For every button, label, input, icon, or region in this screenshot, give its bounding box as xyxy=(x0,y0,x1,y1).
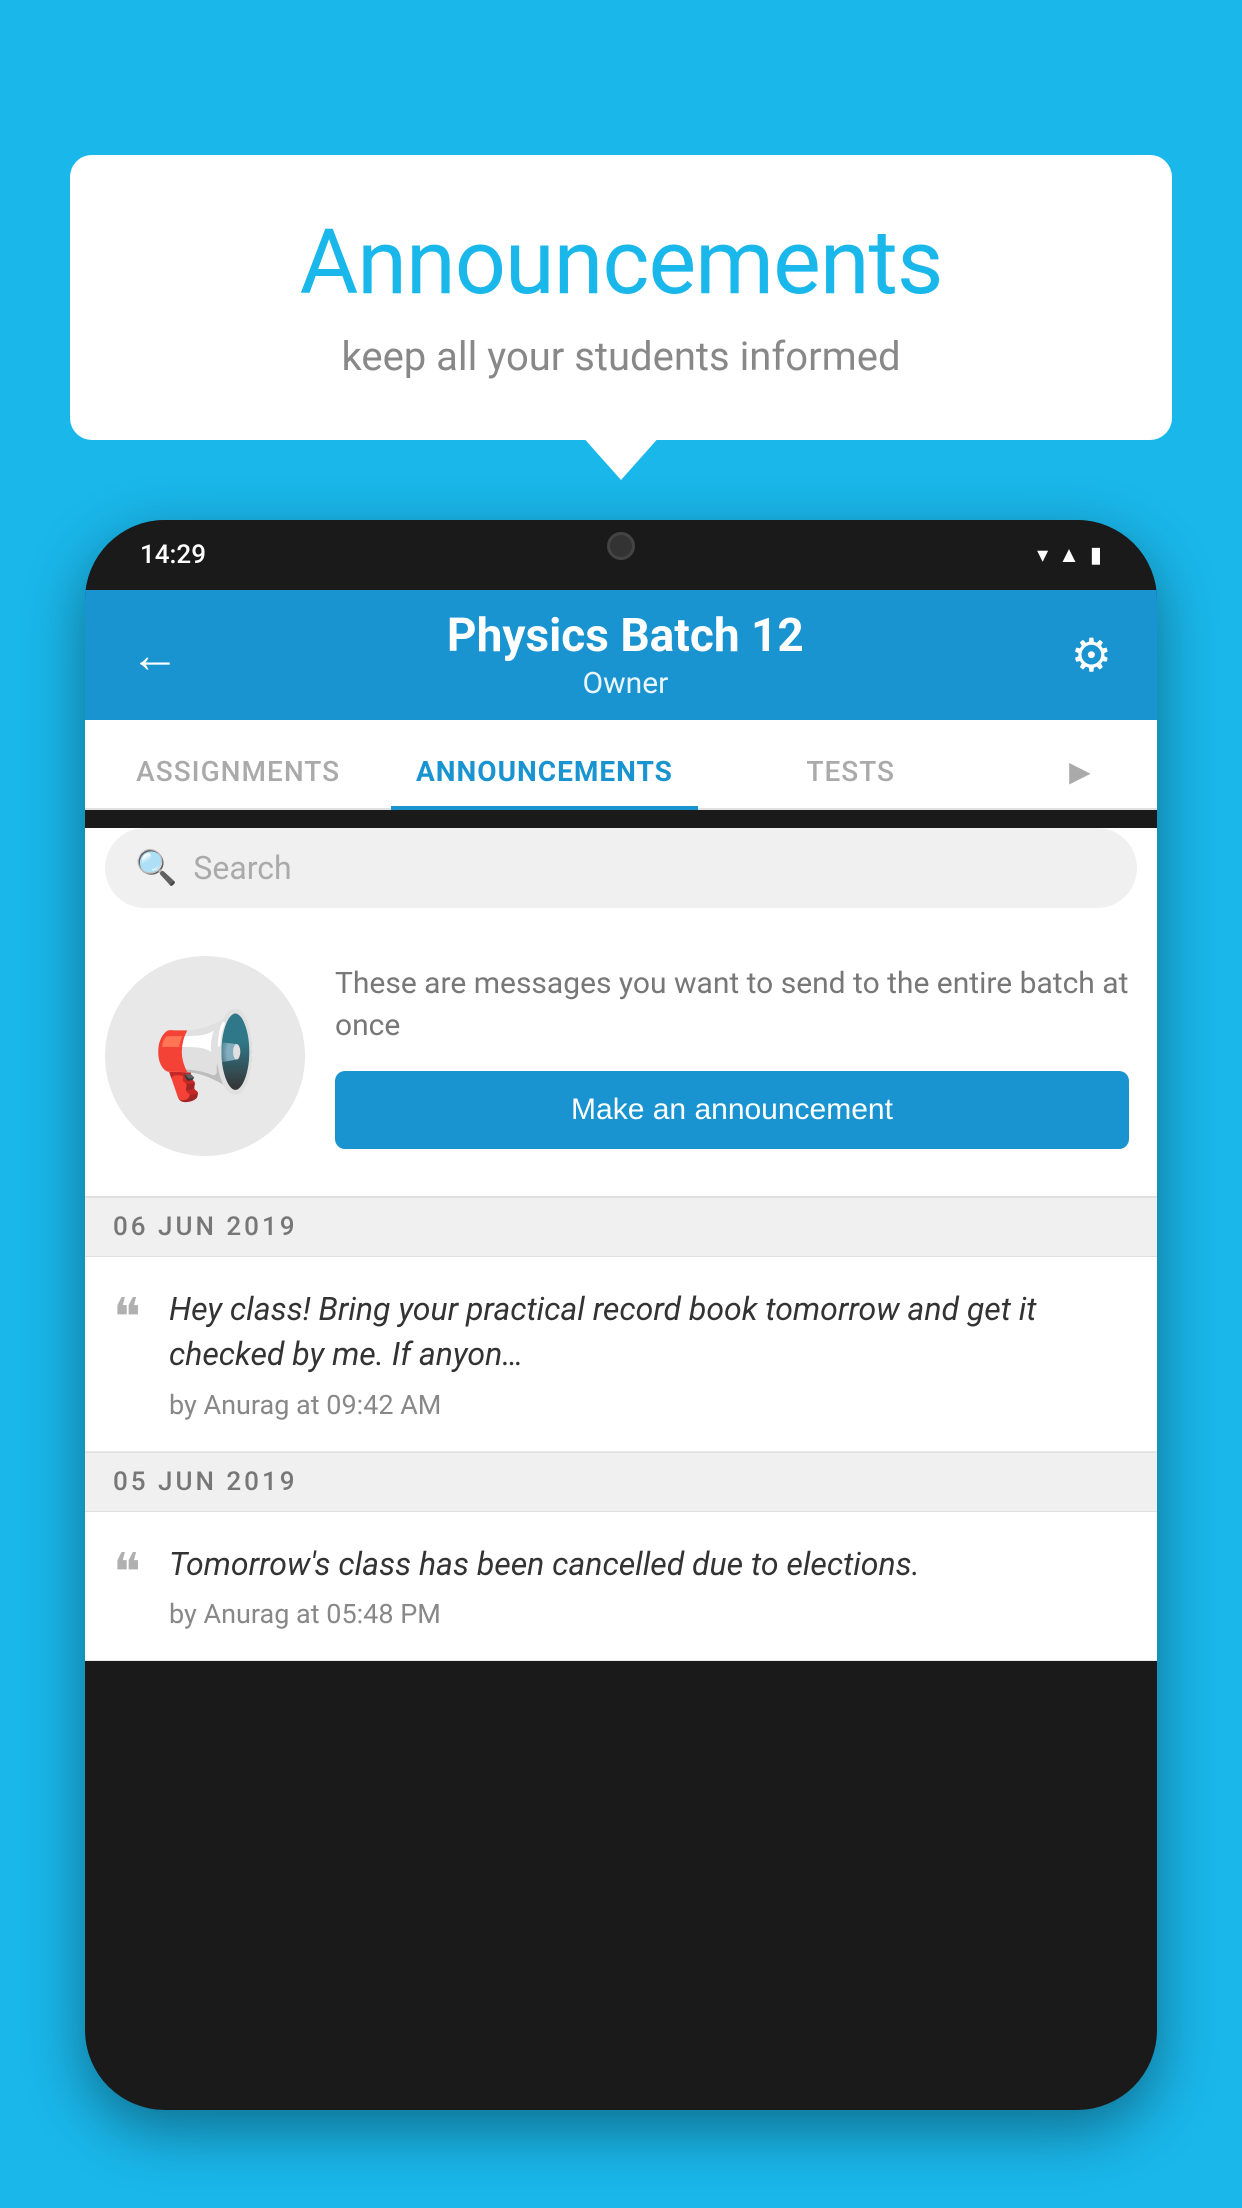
tab-more[interactable]: ▶ xyxy=(1004,755,1157,810)
announcement-meta-1: by Anurag at 09:42 AM xyxy=(169,1389,1129,1421)
make-announcement-button[interactable]: Make an announcement xyxy=(335,1071,1129,1149)
announcement-item-1[interactable]: ❝ Hey class! Bring your practical record… xyxy=(85,1257,1157,1452)
speech-bubble: Announcements keep all your students inf… xyxy=(70,155,1172,440)
header-center: Physics Batch 12 Owner xyxy=(447,609,804,701)
quote-icon-2: ❝ xyxy=(113,1547,141,1599)
announcement-text-2: Tomorrow's class has been cancelled due … xyxy=(169,1542,1129,1631)
announcement-item-2[interactable]: ❝ Tomorrow's class has been cancelled du… xyxy=(85,1512,1157,1662)
promo-card: 📢 These are messages you want to send to… xyxy=(85,926,1157,1197)
date-separator-1: 06 JUN 2019 xyxy=(85,1197,1157,1257)
megaphone-icon: 📢 xyxy=(152,1006,258,1106)
battery-icon: ▮ xyxy=(1090,543,1102,568)
status-time: 14:29 xyxy=(140,540,206,570)
wifi-icon: ▾ xyxy=(1037,543,1048,568)
tab-tests[interactable]: TESTS xyxy=(698,755,1004,810)
tab-announcements[interactable]: ANNOUNCEMENTS xyxy=(391,755,697,810)
search-placeholder: Search xyxy=(193,849,291,887)
tabs-bar: ASSIGNMENTS ANNOUNCEMENTS TESTS ▶ xyxy=(85,720,1157,810)
tab-assignments[interactable]: ASSIGNMENTS xyxy=(85,755,391,810)
phone-wrapper: 14:29 ▾ ▲ ▮ ← Physics Batch 12 Owner ⚙ A… xyxy=(85,520,1157,2208)
speech-bubble-wrapper: Announcements keep all your students inf… xyxy=(70,155,1172,440)
phone-notch xyxy=(531,520,711,575)
bubble-title: Announcements xyxy=(130,210,1112,315)
signal-icon: ▲ xyxy=(1058,542,1080,568)
promo-icon-circle: 📢 xyxy=(105,956,305,1156)
announcement-meta-2: by Anurag at 05:48 PM xyxy=(169,1598,1129,1630)
back-button[interactable]: ← xyxy=(130,626,180,685)
date-separator-2: 05 JUN 2019 xyxy=(85,1452,1157,1512)
quote-icon-1: ❝ xyxy=(113,1292,141,1344)
search-icon: 🔍 xyxy=(135,848,177,888)
phone-frame: 14:29 ▾ ▲ ▮ ← Physics Batch 12 Owner ⚙ A… xyxy=(85,520,1157,2110)
phone-screen: 🔍 Search 📢 These are messages you want t… xyxy=(85,828,1157,1661)
search-bar[interactable]: 🔍 Search xyxy=(105,828,1137,908)
app-header: ← Physics Batch 12 Owner ⚙ xyxy=(85,590,1157,720)
announcement-text-1: Hey class! Bring your practical record b… xyxy=(169,1287,1129,1421)
front-camera xyxy=(607,532,635,560)
settings-icon[interactable]: ⚙ xyxy=(1071,628,1112,683)
announcement-message-2: Tomorrow's class has been cancelled due … xyxy=(169,1542,1129,1587)
announcement-message-1: Hey class! Bring your practical record b… xyxy=(169,1287,1129,1377)
header-title: Physics Batch 12 xyxy=(447,609,804,663)
bubble-subtitle: keep all your students informed xyxy=(130,333,1112,380)
promo-text-section: These are messages you want to send to t… xyxy=(335,963,1129,1149)
header-subtitle: Owner xyxy=(447,666,804,701)
status-icons: ▾ ▲ ▮ xyxy=(1037,542,1102,568)
promo-description: These are messages you want to send to t… xyxy=(335,963,1129,1047)
